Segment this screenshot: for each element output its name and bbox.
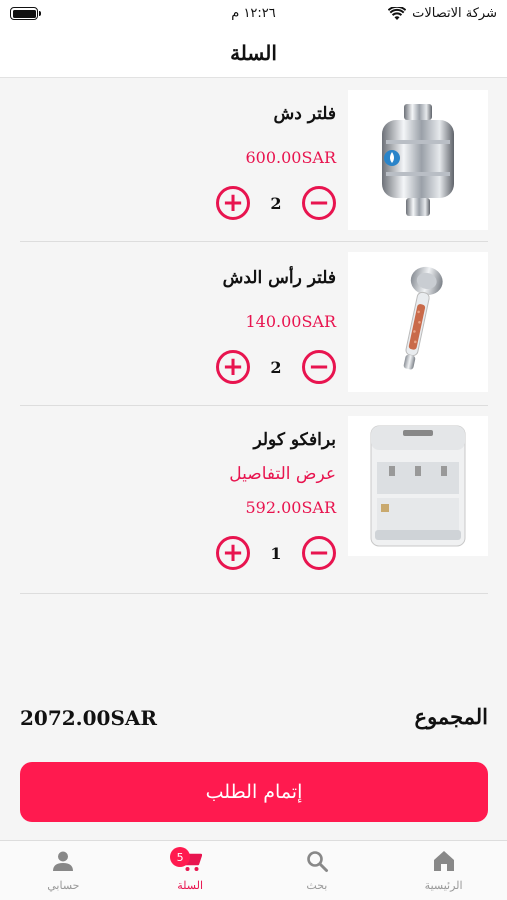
cart-count-badge: 5 (170, 847, 191, 867)
shower-filter-icon (382, 104, 454, 216)
item-price: 592.00SAR (245, 498, 336, 517)
tab-label: حسابي (47, 879, 80, 892)
quantity-stepper: + 2 − (216, 186, 336, 220)
quantity-value: 2 (270, 193, 282, 213)
increase-quantity-button[interactable]: + (216, 350, 250, 384)
wifi-icon (388, 6, 407, 20)
decrease-quantity-button[interactable]: − (302, 536, 336, 570)
carrier-name: شركة الاتصالات (412, 6, 497, 21)
tab-label: بحث (306, 879, 328, 892)
total-row: 2072.00SAR المجموع (20, 700, 488, 736)
product-image-shower-filter[interactable] (348, 90, 488, 230)
quantity-stepper: + 1 − (216, 536, 336, 570)
item-name[interactable]: برافكو كولر (254, 430, 337, 450)
item-name[interactable]: فلتر دش (273, 104, 336, 124)
cart-item: برافكو كولر عرض التفاصيل 592.00SAR + 1 − (20, 406, 488, 594)
tab-home[interactable]: الرئيسية (380, 841, 507, 900)
quantity-value: 1 (270, 543, 282, 563)
total-label: المجموع (414, 704, 488, 729)
view-details-link[interactable]: عرض التفاصيل (229, 464, 336, 484)
decrease-quantity-button[interactable]: − (302, 186, 336, 220)
decrease-quantity-button[interactable]: − (302, 350, 336, 384)
cart-item: فلتر رأس الدش 140.00SAR + 2 − (20, 242, 488, 406)
cart-item: فلتر دش 600.00SAR + 2 − (20, 80, 488, 242)
checkout-button[interactable]: إتمام الطلب (20, 762, 488, 822)
tab-search[interactable]: بحث (254, 841, 381, 900)
tab-label: الرئيسية (424, 879, 463, 892)
page-title: السلة (230, 40, 277, 65)
search-icon (307, 851, 328, 872)
product-image-shower-head[interactable] (348, 252, 488, 392)
tab-bar: حسابي 5 السلة بحث الرئيسية (0, 840, 507, 900)
person-icon (53, 851, 74, 871)
item-price: 600.00SAR (245, 148, 336, 167)
tab-label: السلة (177, 879, 203, 892)
product-image-water-cooler[interactable] (348, 416, 488, 556)
shower-head-icon (403, 266, 443, 370)
nav-bar: السلة (0, 28, 507, 78)
total-amount: 2072.00SAR (20, 706, 158, 730)
increase-quantity-button[interactable]: + (216, 186, 250, 220)
cart-list: فلتر دش 600.00SAR + 2 − فلتر رأس الدش 14… (20, 80, 488, 594)
increase-quantity-button[interactable]: + (216, 536, 250, 570)
water-cooler-icon (370, 425, 466, 547)
item-name[interactable]: فلتر رأس الدش (223, 268, 336, 288)
tab-account[interactable]: حسابي (0, 841, 127, 900)
home-icon (433, 851, 454, 871)
item-price: 140.00SAR (245, 312, 336, 331)
carrier-group: شركة الاتصالات (388, 6, 497, 21)
quantity-value: 2 (270, 357, 282, 377)
tab-cart[interactable]: 5 السلة (127, 841, 254, 900)
quantity-stepper: + 2 − (216, 350, 336, 384)
status-bar: ١٢:٢٦ م شركة الاتصالات (0, 0, 507, 28)
